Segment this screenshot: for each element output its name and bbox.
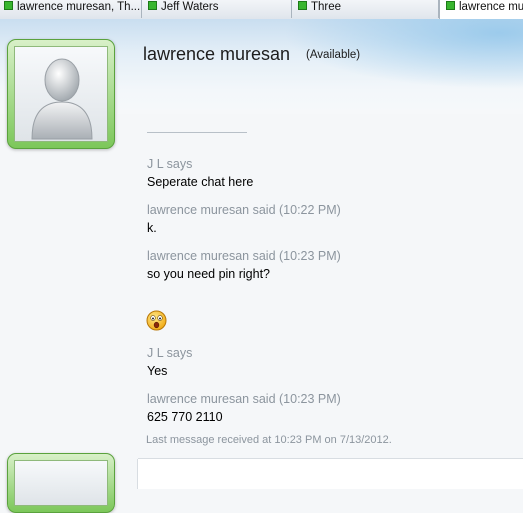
online-status-icon (446, 1, 455, 10)
message-text: Seperate chat here (147, 175, 254, 189)
message-text: k. (147, 221, 157, 235)
message-sender: J L says (147, 346, 193, 360)
tab-label: Three (311, 1, 342, 13)
message-text: so you need pin right? (147, 267, 271, 281)
message-sender: lawrence muresan said (10:23 PM) (147, 249, 341, 263)
tab-three[interactable]: Three (292, 0, 439, 18)
tab-label: lawrence mu (459, 1, 523, 13)
message-input[interactable] (137, 458, 523, 489)
online-status-icon (298, 1, 307, 10)
last-message-timestamp: Last message received at 10:23 PM on 7/1… (146, 434, 392, 446)
message-text: 625 770 2110 (147, 410, 223, 424)
tab-lawrence-muresan[interactable]: lawrence mu (439, 0, 523, 20)
contact-name: lawrence muresan (143, 44, 291, 64)
surprised-face-icon (146, 310, 167, 331)
tab-lawrence-muresan-group[interactable]: lawrence muresan, Th... (0, 0, 142, 18)
header-divider (147, 132, 247, 133)
online-status-icon (148, 1, 157, 10)
own-avatar[interactable] (7, 453, 115, 513)
contact-avatar[interactable] (7, 39, 115, 149)
tab-label: Jeff Waters (161, 1, 219, 13)
message-sender: J L says (147, 157, 193, 171)
message-sender: lawrence muresan said (10:22 PM) (147, 203, 341, 217)
contact-status: (Available) (306, 49, 361, 61)
tab-jeff-waters[interactable]: Jeff Waters (142, 0, 292, 18)
online-status-icon (4, 1, 13, 10)
message-text: Yes (147, 364, 168, 378)
message-sender: lawrence muresan said (10:23 PM) (147, 392, 341, 406)
conversation-tab-bar: lawrence muresan, Th... Jeff Waters Thre… (0, 0, 523, 20)
default-user-icon (31, 58, 93, 140)
tab-label: lawrence muresan, Th... (17, 1, 141, 13)
